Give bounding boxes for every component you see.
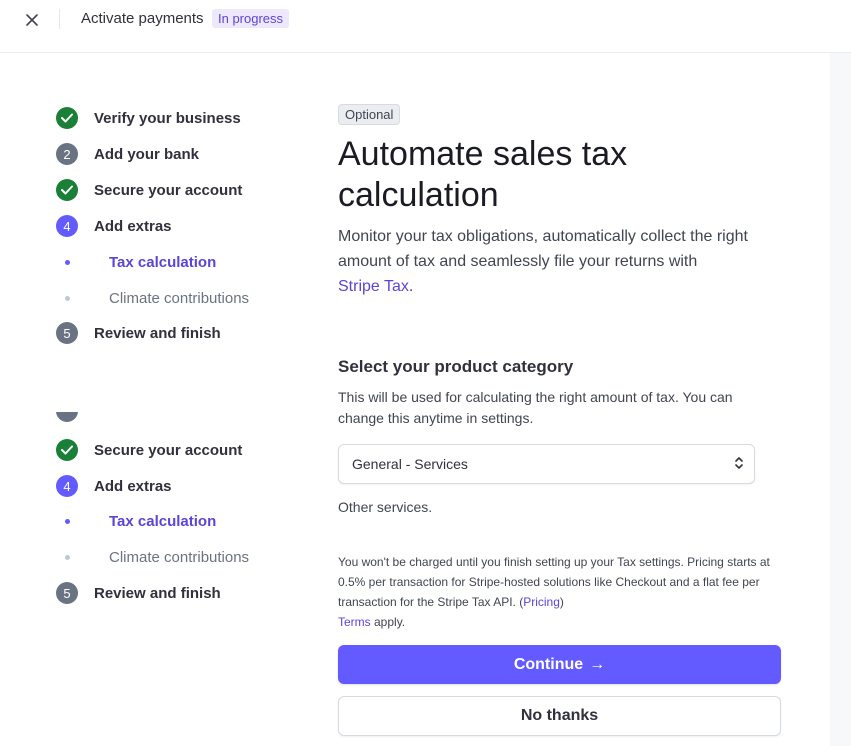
no-thanks-button[interactable]: No thanks (338, 696, 781, 736)
step-number-icon: 5 (56, 322, 78, 344)
status-badge: In progress (212, 9, 290, 28)
substep-tax-calculation[interactable]: Tax calculation (56, 509, 216, 533)
step-label: Review and finish (94, 584, 221, 602)
dot-icon (56, 295, 78, 301)
substep-climate-contributions[interactable]: Climate contributions (56, 286, 249, 310)
step-number-icon: 2 (56, 143, 78, 165)
step-add-bank[interactable]: 2 Add your bank (56, 142, 199, 166)
page-title: Activate payments (81, 10, 204, 27)
substep-label: Tax calculation (109, 253, 217, 271)
substep-label: Tax calculation (109, 512, 217, 530)
substep-climate-contributions[interactable]: Climate contributions (56, 545, 249, 569)
arrow-right-icon: → (589, 655, 606, 673)
step-number-icon: 4 (56, 215, 78, 237)
pricing-link[interactable]: Pricing (523, 595, 560, 609)
description-text: Monitor your tax obligations, automatica… (338, 228, 748, 270)
right-panel-edge (830, 53, 851, 746)
fineprint-close: ) (559, 595, 564, 609)
substep-label: Climate contributions (109, 548, 250, 566)
step-label: Add extras (94, 477, 172, 495)
main-title: Automate sales tax calculation (338, 135, 628, 214)
step-number-icon (56, 412, 78, 422)
no-thanks-label: No thanks (520, 707, 599, 724)
step-verify-business[interactable]: Verify your business (56, 106, 241, 130)
dot-icon (56, 518, 78, 524)
product-category-heading: Select your product category (338, 357, 574, 376)
substep-tax-calculation[interactable]: Tax calculation (56, 250, 216, 274)
terms-link[interactable]: Terms (338, 615, 371, 629)
product-category-description: This will be used for calculating the ri… (338, 389, 733, 426)
check-icon (56, 179, 78, 201)
continue-label: Continue (513, 655, 584, 673)
terms-suffix: apply. (370, 615, 406, 629)
pricing-fineprint: You won't be charged until you finish se… (338, 552, 783, 632)
step-label: Add your bank (94, 145, 200, 163)
step-label: Secure your account (94, 181, 243, 199)
continue-button[interactable]: Continue → (338, 645, 781, 684)
select-value: General - Services (352, 456, 468, 472)
chevron-updown-icon (735, 457, 743, 469)
main-description: Monitor your tax obligations, automatica… (338, 224, 783, 299)
step-partial (56, 412, 78, 422)
check-icon (56, 439, 78, 461)
close-button[interactable] (22, 10, 42, 30)
stripe-tax-link[interactable]: Stripe Tax (338, 278, 409, 295)
step-add-extras[interactable]: 4 Add extras (56, 214, 172, 238)
step-secure-account[interactable]: Secure your account (56, 178, 242, 202)
dot-icon (56, 554, 78, 560)
close-icon (26, 14, 38, 26)
step-add-extras[interactable]: 4 Add extras (56, 474, 172, 498)
divider (59, 9, 60, 29)
step-label: Add extras (94, 217, 172, 235)
dot-icon (56, 259, 78, 265)
step-label: Review and finish (94, 324, 221, 342)
top-bar: Activate payments In progress (0, 0, 851, 53)
step-review-finish[interactable]: 5 Review and finish (56, 581, 221, 605)
select-hint: Other services. (338, 499, 433, 515)
description-period: . (408, 278, 414, 295)
product-category-select[interactable]: General - Services (338, 444, 755, 484)
step-label: Verify your business (94, 109, 241, 127)
substep-label: Climate contributions (109, 289, 250, 307)
step-label: Secure your account (94, 441, 243, 459)
step-review-finish[interactable]: 5 Review and finish (56, 321, 221, 345)
step-number-icon: 5 (56, 582, 78, 604)
step-number-icon: 4 (56, 475, 78, 497)
step-secure-account[interactable]: Secure your account (56, 438, 242, 462)
check-icon (56, 107, 78, 129)
optional-badge: Optional (338, 104, 401, 125)
